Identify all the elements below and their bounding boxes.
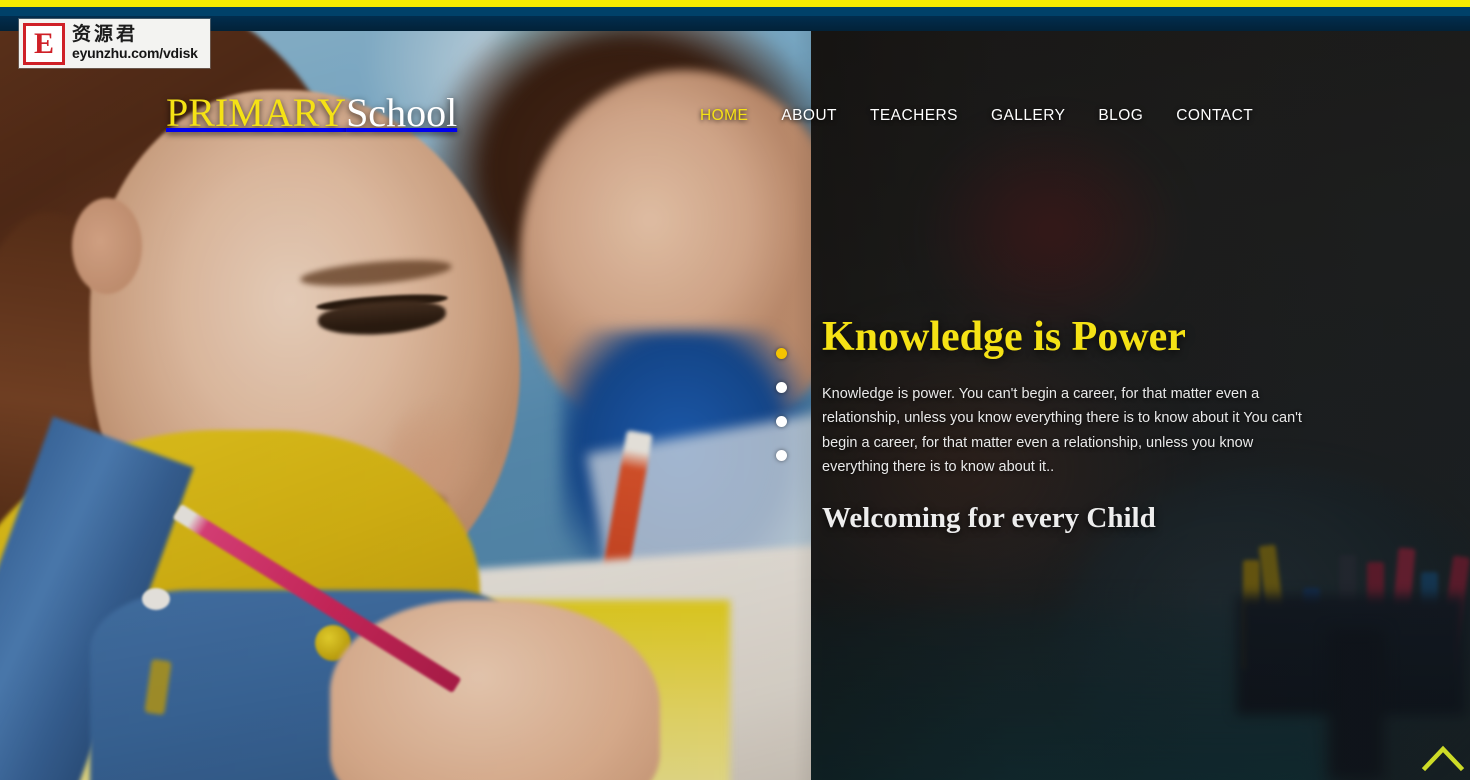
slider-dot-1[interactable]: [776, 348, 787, 359]
watermark-letter-icon: E: [23, 22, 65, 65]
brand-primary-text: PRIMARY: [166, 90, 347, 135]
slider-dot-4[interactable]: [776, 450, 787, 461]
nav-item-gallery[interactable]: GALLERY: [991, 107, 1065, 125]
nav-item-blog[interactable]: BLOG: [1098, 107, 1143, 125]
slider-pagination: [776, 348, 787, 461]
main-navigation: HOME ABOUT TEACHERS GALLERY BLOG CONTACT: [700, 104, 1300, 128]
nav-item-teachers[interactable]: TEACHERS: [870, 107, 958, 125]
chevron-up-icon: [1421, 745, 1465, 772]
scroll-to-top-button[interactable]: [1421, 741, 1465, 775]
top-navy-bar-lower: [0, 16, 1470, 31]
watermark-chinese-label: 资源君: [72, 23, 139, 46]
girl-ear: [72, 198, 142, 294]
pink-pencil-tip: [142, 588, 170, 610]
watermark-logo: E 资源君 eyunzhu.com/vdisk: [19, 19, 210, 68]
hero-description: Knowledge is power. You can't begin a ca…: [822, 385, 1302, 476]
site-header: PRIMARYSchool HOME ABOUT TEACHERS GALLER…: [0, 31, 1470, 133]
nav-item-home[interactable]: HOME: [700, 107, 748, 125]
hero-title: Knowledge is Power: [822, 314, 1186, 360]
top-accent-bar: [0, 0, 1470, 7]
slider-dot-3[interactable]: [776, 416, 787, 427]
hero-subtitle: Welcoming for every Child: [822, 501, 1156, 534]
slider-dot-2[interactable]: [776, 382, 787, 393]
site-logo[interactable]: PRIMARYSchool: [166, 93, 457, 133]
nav-item-contact[interactable]: CONTACT: [1176, 107, 1253, 125]
top-navy-bar: [0, 7, 1470, 16]
nav-item-about[interactable]: ABOUT: [781, 107, 837, 125]
hero-caption: Knowledge is Power Knowledge is power. Y…: [822, 313, 1352, 536]
watermark-text: 资源君 eyunzhu.com/vdisk: [72, 23, 198, 62]
brand-secondary-text: School: [346, 90, 458, 135]
page-root: E 资源君 eyunzhu.com/vdisk PRIMARYSchool HO…: [0, 0, 1470, 780]
watermark-url: eyunzhu.com/vdisk: [72, 45, 198, 62]
